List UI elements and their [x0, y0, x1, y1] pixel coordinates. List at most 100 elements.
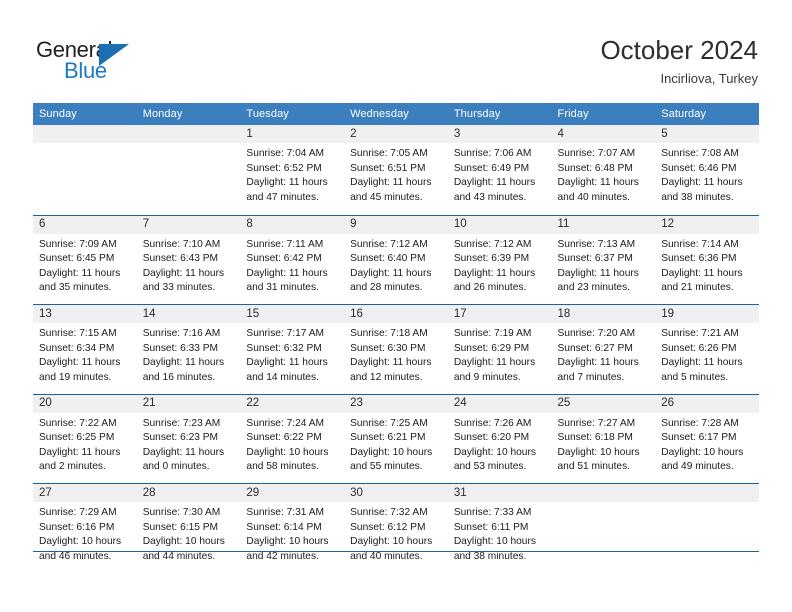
day-number: 23 [350, 397, 363, 409]
calendar-day-cell-22[interactable]: 22 Sunrise: 7:24 AM Sunset: 6:22 PM Dayligh… [240, 394, 345, 483]
calendar-day-cell-6[interactable]: 6 Sunrise: 7:09 AM Sunset: 6:45 PM Daylight… [33, 215, 137, 304]
daylight-text-line1: Daylight: 11 hours [39, 267, 121, 279]
day-number-band: 6 [33, 215, 137, 234]
sunrise-text: Sunrise: 7:24 AM [246, 417, 324, 429]
day-details: Sunrise: 7:17 AM Sunset: 6:32 PM Daylight:… [240, 323, 344, 385]
sunset-text: Sunset: 6:37 PM [557, 253, 633, 265]
daylight-text-line2: and 49 minutes. [661, 461, 734, 473]
day-number: 16 [350, 307, 363, 320]
calendar-day-cell-17[interactable]: 17 Sunrise: 7:19 AM Sunset: 6:29 PM Dayligh… [447, 305, 552, 394]
calendar-day-cell-4[interactable]: 4 Sunrise: 7:07 AM Sunset: 6:48 PM Daylight… [551, 125, 656, 215]
day-number-band: 8 [240, 215, 345, 234]
day-number: 15 [246, 307, 260, 320]
calendar-day-cell-15[interactable]: 15 Sunrise: 7:17 AM Sunset: 6:32 PM Dayligh… [240, 305, 345, 394]
day-number-band: 30 [344, 484, 448, 502]
daylight-text-line2: and 28 minutes. [350, 282, 423, 294]
calendar-day-cell-23[interactable]: 23 Sunrise: 7:25 AM Sunset: 6:21 PM Dayligh… [344, 394, 448, 483]
day-number: 13 [39, 307, 52, 320]
daylight-text-line1: Daylight: 10 hours [246, 536, 329, 548]
calendar-day-cell-12[interactable]: 12 Sunrise: 7:14 AM Sunset: 6:36 PM Dayligh… [655, 215, 759, 304]
calendar-day-cell-5[interactable]: 5 Sunrise: 7:08 AM Sunset: 6:46 PM Daylight… [655, 125, 759, 215]
calendar-day-cell-1[interactable]: 1 Sunrise: 7:04 AM Sunset: 6:52 PM Daylight… [240, 125, 345, 215]
brand-logo[interactable]: General Blue [36, 38, 156, 86]
sunset-text: Sunset: 6:23 PM [142, 432, 219, 444]
calendar-day-cell-empty [136, 125, 241, 215]
sunset-text: Sunset: 6:29 PM [453, 342, 530, 354]
day-number-band: 2 [344, 125, 448, 143]
sunset-text: Sunset: 6:30 PM [350, 342, 426, 354]
day-number-band: 19 [655, 305, 759, 323]
day-number: 31 [453, 486, 467, 499]
calendar-day-cell-21[interactable]: 21 Sunrise: 7:23 AM Sunset: 6:23 PM Dayligh… [136, 394, 241, 483]
calendar-day-cell-3[interactable]: 3 Sunrise: 7:06 AM Sunset: 6:49 PM Daylight… [447, 125, 552, 215]
calendar-day-cell-20[interactable]: 20 Sunrise: 7:22 AM Sunset: 6:25 PM Dayligh… [33, 394, 137, 483]
day-details [33, 143, 137, 147]
calendar-day-cell-19[interactable]: 19 Sunrise: 7:21 AM Sunset: 6:26 PM Dayligh… [655, 305, 759, 394]
day-details: Sunrise: 7:20 AM Sunset: 6:27 PM Daylight:… [552, 323, 656, 385]
sunrise-text: Sunrise: 7:09 AM [39, 238, 117, 250]
weekday-header-tuesday: Tuesday [246, 108, 289, 120]
calendar-day-cell-29[interactable]: 29 Sunrise: 7:31 AM Sunset: 6:14 PM Dayligh… [240, 484, 345, 573]
calendar-day-cell-25[interactable]: 25 Sunrise: 7:27 AM Sunset: 6:18 PM Dayligh… [551, 394, 656, 483]
day-number: 1 [246, 127, 253, 140]
sunset-text: Sunset: 6:46 PM [661, 162, 737, 174]
daylight-text-line2: and 23 minutes. [557, 282, 631, 294]
sunset-text: Sunset: 6:20 PM [453, 432, 530, 444]
calendar-day-cell-8[interactable]: 8 Sunrise: 7:11 AM Sunset: 6:42 PM Daylight… [240, 215, 345, 304]
day-details: Sunrise: 7:04 AM Sunset: 6:52 PM Daylight:… [240, 143, 344, 205]
calendar-day-cell-10[interactable]: 10 Sunrise: 7:12 AM Sunset: 6:39 PM Dayligh… [447, 215, 552, 304]
day-details [137, 143, 241, 147]
daylight-text-line2: and 58 minutes. [246, 461, 319, 473]
sunset-text: Sunset: 6:12 PM [350, 521, 426, 533]
sunrise-text: Sunrise: 7:33 AM [453, 507, 532, 518]
day-number: 5 [661, 127, 668, 140]
sunset-text: Sunset: 6:27 PM [557, 342, 633, 354]
sunset-text: Sunset: 6:40 PM [350, 253, 426, 265]
calendar-day-cell-18[interactable]: 18 Sunrise: 7:20 AM Sunset: 6:27 PM Dayligh… [551, 305, 656, 394]
day-details: Sunrise: 7:22 AM Sunset: 6:25 PM Daylight:… [33, 413, 137, 475]
calendar-day-cell-13[interactable]: 13 Sunrise: 7:15 AM Sunset: 6:34 PM Dayligh… [33, 305, 137, 394]
calendar-day-cell-14[interactable]: 14 Sunrise: 7:16 AM Sunset: 6:33 PM Dayligh… [136, 305, 241, 394]
day-details: Sunrise: 7:10 AM Sunset: 6:43 PM Daylight:… [137, 234, 241, 296]
weekday-header-monday: Monday [142, 108, 183, 120]
day-number-band: 13 [33, 305, 137, 323]
sunset-text: Sunset: 6:25 PM [39, 432, 115, 444]
calendar-day-cell-16[interactable]: 16 Sunrise: 7:18 AM Sunset: 6:30 PM Dayligh… [344, 305, 448, 394]
sunrise-text: Sunrise: 7:12 AM [350, 238, 428, 250]
title-block: October 2024 Incirliova, Turkey [600, 34, 758, 87]
daylight-text-line2: and 55 minutes. [350, 461, 423, 473]
day-number: 30 [350, 486, 363, 499]
calendar-day-cell-11[interactable]: 11 Sunrise: 7:13 AM Sunset: 6:37 PM Dayligh… [551, 215, 656, 304]
day-details: Sunrise: 7:19 AM Sunset: 6:29 PM Daylight:… [448, 323, 552, 385]
daylight-text-line1: Daylight: 11 hours [453, 357, 536, 369]
day-details [655, 502, 759, 506]
calendar-day-cell-empty [655, 484, 759, 573]
daylight-text-line1: Daylight: 11 hours [557, 177, 639, 189]
calendar-day-cell-27[interactable]: 27 Sunrise: 7:29 AM Sunset: 6:16 PM Dayligh… [33, 484, 137, 573]
calendar-day-cell-31[interactable]: 31 Sunrise: 7:33 AM Sunset: 6:11 PM Dayligh… [447, 484, 552, 573]
day-number-band: 15 [240, 305, 345, 323]
calendar-day-cell-2[interactable]: 2 Sunrise: 7:05 AM Sunset: 6:51 PM Daylight… [344, 125, 448, 215]
daylight-text-line1: Daylight: 10 hours [557, 446, 640, 458]
sunset-text: Sunset: 6:18 PM [557, 432, 633, 444]
calendar-day-cell-28[interactable]: 28 Sunrise: 7:30 AM Sunset: 6:15 PM Dayligh… [136, 484, 241, 573]
calendar-day-cell-7[interactable]: 7 Sunrise: 7:10 AM Sunset: 6:43 PM Daylight… [136, 215, 241, 304]
sunrise-text: Sunrise: 7:17 AM [246, 328, 324, 339]
day-details: Sunrise: 7:05 AM Sunset: 6:51 PM Daylight:… [344, 143, 448, 205]
daylight-text-line1: Daylight: 11 hours [557, 357, 639, 369]
day-number: 11 [557, 218, 570, 230]
sunset-text: Sunset: 6:14 PM [246, 521, 322, 533]
day-number-band [551, 484, 656, 502]
calendar-day-cell-9[interactable]: 9 Sunrise: 7:12 AM Sunset: 6:40 PM Daylight… [344, 215, 448, 304]
daylight-text-line1: Daylight: 11 hours [246, 267, 328, 279]
day-number-band [136, 125, 241, 143]
sunrise-text: Sunrise: 7:25 AM [350, 417, 428, 429]
weekday-header-thursday: Thursday [453, 108, 501, 120]
calendar-day-cell-26[interactable]: 26 Sunrise: 7:28 AM Sunset: 6:17 PM Dayligh… [655, 394, 759, 483]
day-number: 20 [39, 397, 52, 409]
day-details: Sunrise: 7:18 AM Sunset: 6:30 PM Daylight:… [344, 323, 448, 385]
calendar-day-cell-24[interactable]: 24 Sunrise: 7:26 AM Sunset: 6:20 PM Dayligh… [447, 394, 552, 483]
calendar-day-cell-30[interactable]: 30 Sunrise: 7:32 AM Sunset: 6:12 PM Dayligh… [344, 484, 448, 573]
day-details: Sunrise: 7:13 AM Sunset: 6:37 PM Daylight:… [552, 234, 656, 296]
calendar-weeks: 1 Sunrise: 7:04 AM Sunset: 6:52 PM Daylight… [33, 125, 759, 573]
